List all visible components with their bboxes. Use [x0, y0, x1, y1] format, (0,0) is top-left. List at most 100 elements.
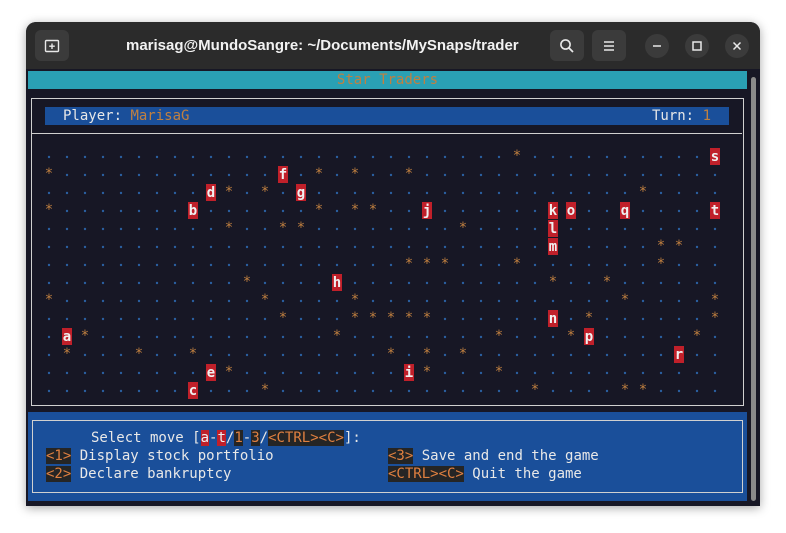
empty-sector [425, 389, 429, 393]
company-a[interactable]: a [62, 328, 72, 345]
empty-sector [641, 335, 645, 339]
star-icon: * [639, 184, 647, 200]
company-m[interactable]: m [548, 238, 558, 255]
company-t[interactable]: t [710, 202, 720, 219]
company-o[interactable]: o [566, 202, 576, 219]
empty-sector [299, 335, 303, 339]
key-ctrl-c-prompt: <CTRL><C> [268, 430, 344, 446]
star-icon: * [81, 328, 89, 344]
empty-sector [281, 389, 285, 393]
star-icon: * [423, 256, 431, 272]
empty-sector [101, 173, 105, 177]
empty-sector [713, 353, 717, 357]
menu-button[interactable] [592, 30, 626, 61]
empty-sector [389, 389, 393, 393]
empty-sector [335, 227, 339, 231]
empty-sector [155, 299, 159, 303]
company-d[interactable]: d [206, 184, 216, 201]
company-b[interactable]: b [188, 202, 198, 219]
company-q[interactable]: q [620, 202, 630, 219]
empty-sector [587, 245, 591, 249]
company-f[interactable]: f [278, 166, 288, 183]
empty-sector [119, 335, 123, 339]
empty-sector [119, 245, 123, 249]
empty-sector [461, 191, 465, 195]
empty-sector [641, 371, 645, 375]
option-display-portfolio[interactable]: <1> Display stock portfolio [46, 447, 274, 465]
empty-sector [47, 245, 51, 249]
company-n[interactable]: n [548, 310, 558, 327]
empty-sector [407, 281, 411, 285]
terminal-area[interactable]: Star Traders Player: MarisaG Turn: 1 * * *… [26, 69, 760, 506]
empty-sector [569, 353, 573, 357]
empty-sector [389, 173, 393, 177]
select-suffix: ]: [343, 430, 361, 446]
company-s[interactable]: s [710, 148, 720, 165]
empty-sector [101, 263, 105, 267]
empty-sector [515, 173, 519, 177]
empty-sector [245, 317, 249, 321]
empty-sector [209, 227, 213, 231]
company-e[interactable]: e [206, 364, 216, 381]
empty-sector [407, 389, 411, 393]
empty-sector [533, 245, 537, 249]
empty-sector [245, 299, 249, 303]
star-icon: * [135, 346, 143, 362]
empty-sector [353, 335, 357, 339]
empty-sector [587, 371, 591, 375]
empty-sector [119, 353, 123, 357]
empty-sector [389, 155, 393, 159]
empty-sector [569, 281, 573, 285]
empty-sector [605, 389, 609, 393]
company-p[interactable]: p [584, 328, 594, 345]
star-icon: * [657, 238, 665, 254]
option-declare-bankruptcy[interactable]: <2> Declare bankruptcy [46, 465, 231, 483]
empty-sector [335, 245, 339, 249]
empty-sector [245, 263, 249, 267]
star-icon: * [405, 256, 413, 272]
empty-sector [83, 299, 87, 303]
empty-sector [263, 245, 267, 249]
minimize-button[interactable] [645, 34, 669, 58]
empty-sector [155, 227, 159, 231]
company-i[interactable]: i [404, 364, 414, 381]
empty-sector [137, 191, 141, 195]
new-tab-button[interactable] [35, 30, 69, 61]
empty-sector [677, 227, 681, 231]
empty-sector [569, 371, 573, 375]
empty-sector [65, 155, 69, 159]
empty-sector [371, 371, 375, 375]
empty-sector [479, 191, 483, 195]
empty-sector [389, 227, 393, 231]
star-icon: * [693, 328, 701, 344]
company-l[interactable]: l [548, 220, 558, 237]
empty-sector [335, 371, 339, 375]
star-icon: * [297, 220, 305, 236]
empty-sector [353, 389, 357, 393]
search-button[interactable] [550, 30, 584, 61]
empty-sector [65, 245, 69, 249]
empty-sector [371, 299, 375, 303]
company-h[interactable]: h [332, 274, 342, 291]
empty-sector [371, 191, 375, 195]
company-j[interactable]: j [422, 202, 432, 219]
company-g[interactable]: g [296, 184, 306, 201]
empty-sector [263, 281, 267, 285]
maximize-button[interactable] [685, 34, 709, 58]
empty-sector [227, 335, 231, 339]
empty-sector [101, 317, 105, 321]
empty-sector [659, 335, 663, 339]
company-r[interactable]: r [674, 346, 684, 363]
empty-sector [443, 209, 447, 213]
company-k[interactable]: k [548, 202, 558, 219]
option-save-and-end[interactable]: <3> Save and end the game [388, 447, 599, 465]
empty-sector [137, 173, 141, 177]
option-quit[interactable]: <CTRL><C> Quit the game [388, 465, 582, 483]
empty-sector [497, 227, 501, 231]
galaxy-map[interactable]: * * * * * * * * * * * * * * * * * * * * * * * * * * * * * * * * * * * * * * * *… [26, 69, 760, 414]
empty-sector [317, 335, 321, 339]
company-c[interactable]: c [188, 382, 198, 399]
empty-sector [587, 173, 591, 177]
empty-sector [695, 371, 699, 375]
close-button[interactable] [725, 34, 749, 58]
